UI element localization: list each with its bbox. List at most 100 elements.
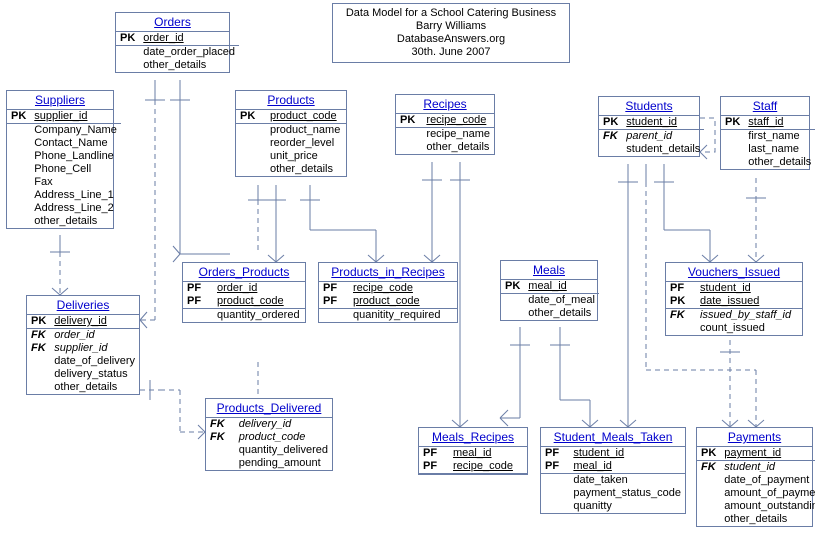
attr-name: student_id: [569, 447, 685, 460]
attr-name: unit_price: [266, 150, 346, 163]
attr-name: count_issued: [696, 322, 802, 335]
attr-name: student_id: [622, 116, 704, 129]
title-line-2: Barry Williams: [343, 20, 559, 33]
attr-name: other_details: [266, 163, 346, 176]
attr-name: supplier_id: [30, 110, 121, 123]
attr-key: [501, 294, 524, 308]
attr-name: quanitity_required: [349, 309, 457, 323]
attr-key: PK: [116, 32, 139, 45]
entity-title: Meals: [501, 261, 597, 280]
entity-title: Staff: [721, 97, 809, 116]
entity-student-meals-taken: Student_Meals_Taken PFstudent_idPFmeal_i…: [540, 427, 686, 514]
attr-key: [666, 322, 696, 335]
attr-name: recipe_code: [349, 282, 457, 295]
entity-suppliers: Suppliers PKsupplier_idCompany_NameConta…: [6, 90, 114, 229]
entity-title: Orders_Products: [183, 263, 305, 282]
attr-key: [7, 163, 30, 176]
attr-name: other_details: [30, 215, 121, 228]
attr-key: [116, 46, 139, 60]
attr-key: [721, 143, 744, 156]
attr-key: PK: [27, 315, 50, 328]
entity-title: Suppliers: [7, 91, 113, 110]
title-line-1: Data Model for a School Catering Busines…: [343, 7, 559, 20]
attr-key: PK: [396, 114, 422, 127]
attr-key: [7, 176, 30, 189]
attr-key: [697, 487, 720, 500]
attr-name: date_of_payment: [720, 474, 815, 487]
attr-key: [721, 130, 744, 144]
attr-name: quantity_delivered: [235, 444, 332, 457]
attr-key: [7, 215, 30, 228]
attr-key: [396, 128, 422, 142]
attr-name: product_code: [349, 295, 457, 308]
attr-name: reorder_level: [266, 137, 346, 150]
attr-key: [7, 189, 30, 202]
attr-name: quantity_ordered: [213, 309, 305, 323]
attr-key: [7, 124, 30, 138]
entity-products-in-recipes: Products_in_Recipes PFrecipe_codePFprodu…: [318, 262, 458, 323]
attr-name: parent_id: [622, 130, 704, 144]
attr-name: payment_id: [720, 447, 815, 460]
attr-name: supplier_id: [50, 342, 139, 355]
attr-name: student_id: [696, 282, 802, 295]
entity-title: Vouchers_Issued: [666, 263, 802, 282]
attr-name: issued_by_staff_id: [696, 309, 802, 323]
entity-staff: Staff PKstaff_idfirst_namelast_nameother…: [720, 96, 810, 170]
attr-name: Company_Name: [30, 124, 121, 138]
attr-key: PK: [666, 295, 696, 308]
attr-name: Contact_Name: [30, 137, 121, 150]
attr-key: PK: [721, 116, 744, 129]
attr-key: FK: [599, 130, 622, 144]
attr-name: first_name: [744, 130, 815, 144]
entity-title: Products_in_Recipes: [319, 263, 457, 282]
entity-attrs: PKrecipe_coderecipe_nameother_details: [396, 114, 494, 154]
entity-vouchers-issued: Vouchers_Issued PFstudent_idPKdate_issue…: [665, 262, 803, 336]
entity-attrs: PKorder_iddate_order_placedother_details: [116, 32, 239, 72]
attr-key: FK: [697, 461, 720, 475]
attr-name: recipe_name: [422, 128, 494, 142]
attr-name: product_name: [266, 124, 346, 138]
entity-attrs: PKpayment_idFKstudent_iddate_of_paymenta…: [697, 447, 815, 526]
entity-attrs: PKdelivery_idFKorder_idFKsupplier_iddate…: [27, 315, 139, 394]
attr-key: [27, 381, 50, 394]
attr-key: PF: [319, 295, 349, 308]
entity-title: Students: [599, 97, 699, 116]
attr-name: delivery_id: [50, 315, 139, 328]
attr-name: quanitty: [569, 500, 685, 513]
title-line-3: DatabaseAnswers.org: [343, 33, 559, 46]
diagram-title-box: Data Model for a School Catering Busines…: [332, 3, 570, 63]
attr-key: [7, 150, 30, 163]
attr-key: [206, 444, 235, 457]
attr-name: other_details: [422, 141, 494, 154]
entity-attrs: PKsupplier_idCompany_NameContact_NamePho…: [7, 110, 121, 228]
attr-key: [236, 137, 266, 150]
attr-key: [236, 163, 266, 176]
entity-title: Meals_Recipes: [419, 428, 527, 447]
attr-name: date_order_placed: [139, 46, 239, 60]
entity-title: Products: [236, 91, 346, 110]
entity-attrs: PFrecipe_codePFproduct_codequanitity_req…: [319, 282, 457, 322]
entity-products: Products PKproduct_codeproduct_namereord…: [235, 90, 347, 177]
attr-key: [396, 141, 422, 154]
entity-attrs: PKstudent_idFKparent_idstudent_details: [599, 116, 704, 156]
attr-name: meal_id: [524, 280, 599, 293]
attr-key: FK: [666, 309, 696, 323]
attr-key: [541, 474, 569, 488]
attr-name: staff_id: [744, 116, 815, 129]
attr-key: PK: [697, 447, 720, 460]
attr-name: student_details: [622, 143, 704, 156]
entity-students: Students PKstudent_idFKparent_idstudent_…: [598, 96, 700, 157]
attr-key: [7, 137, 30, 150]
entity-meals-recipes: Meals_Recipes PFmeal_idPFrecipe_code: [418, 427, 528, 475]
attr-key: PF: [183, 295, 213, 308]
attr-name: meal_id: [569, 460, 685, 473]
attr-name: student_id: [720, 461, 815, 475]
attr-name: Phone_Cell: [30, 163, 121, 176]
title-line-4: 30th. June 2007: [343, 46, 559, 59]
attr-name: order_id: [139, 32, 239, 45]
attr-key: [721, 156, 744, 169]
attr-key: [541, 500, 569, 513]
attr-name: pending_amount: [235, 457, 332, 470]
er-diagram-canvas: Data Model for a School Catering Busines…: [0, 0, 815, 549]
entity-orders: Orders PKorder_iddate_order_placedother_…: [115, 12, 230, 73]
